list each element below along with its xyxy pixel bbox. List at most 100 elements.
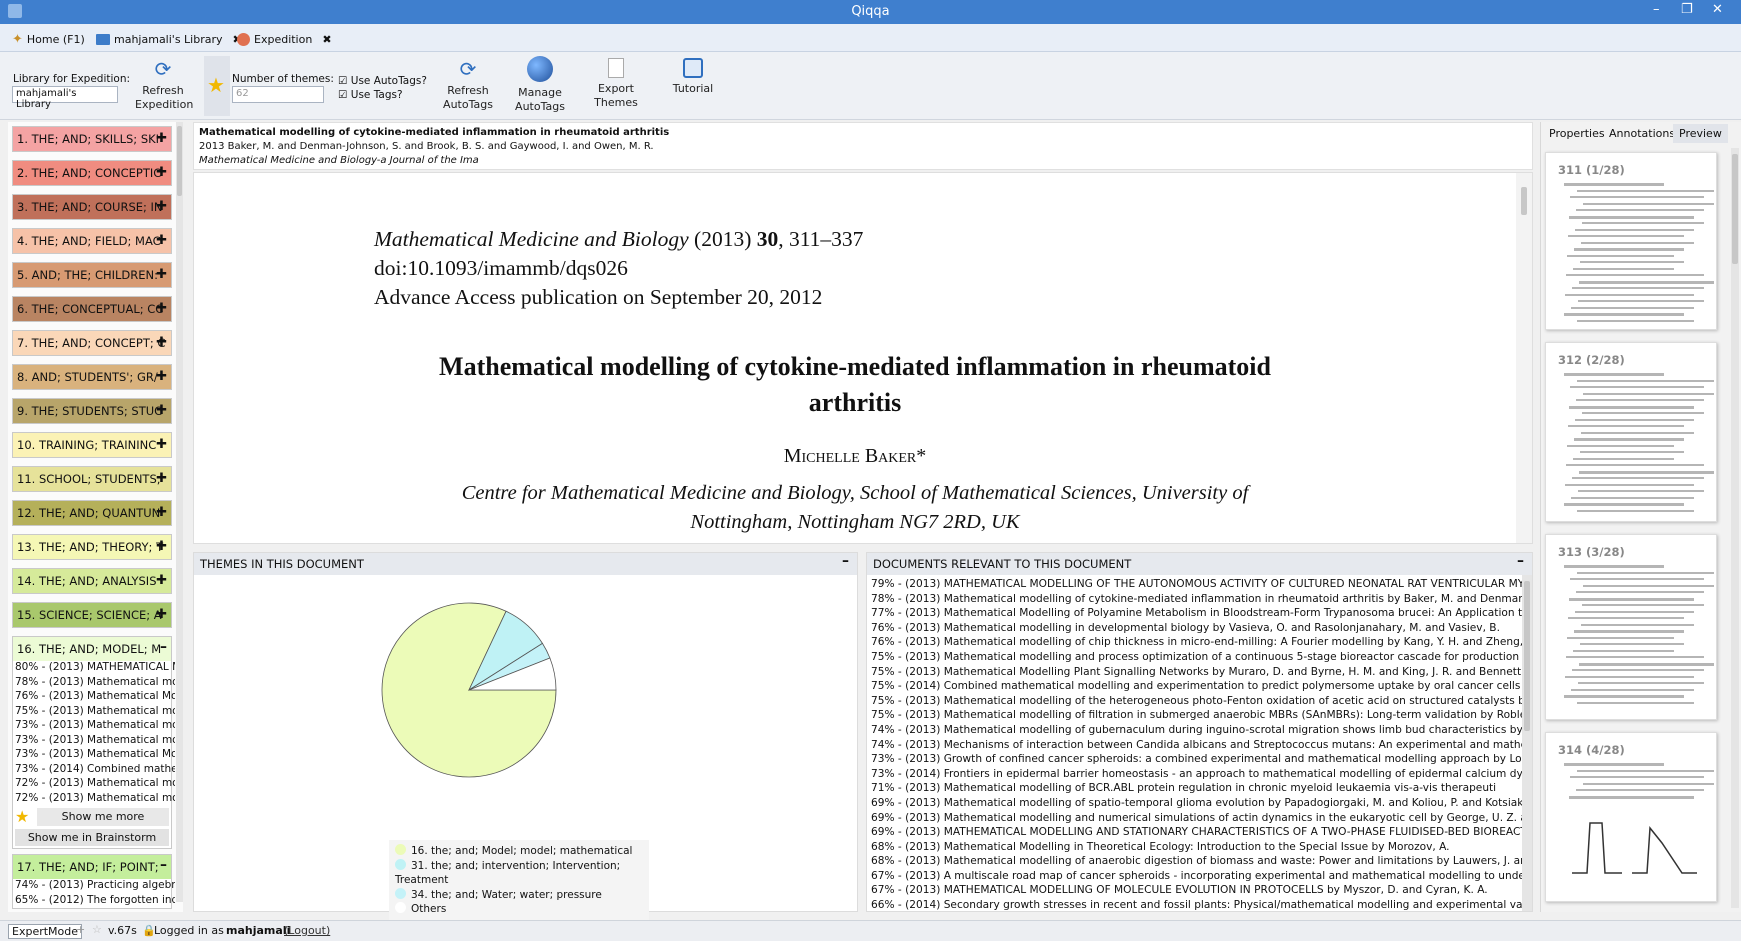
documents-scrollbar[interactable] — [1522, 575, 1532, 911]
document-list-item[interactable]: 74% - (2013) Mechanisms of interaction b… — [871, 739, 1528, 754]
tab-expedition[interactable]: Expedition ✖ — [237, 29, 332, 49]
use-autotags-checkbox[interactable]: ☑ Use AutoTags? — [338, 74, 427, 88]
theme-doc-item[interactable]: 73% - (2013) Mathematical mode — [15, 734, 175, 749]
expand-icon[interactable]: ✚ — [156, 403, 167, 418]
document-list-item[interactable]: 75% - (2013) Mathematical modelling and … — [871, 651, 1528, 666]
theme-doc-item[interactable]: 65% - (2012) The forgotten indivi — [15, 894, 175, 909]
expand-icon[interactable]: ✚ — [156, 437, 167, 452]
show-more-button[interactable]: Show me more — [37, 808, 169, 826]
document-list-item[interactable]: 76% - (2013) Mathematical modelling in d… — [871, 622, 1528, 637]
theme-item-expanded[interactable]: 17. THE; AND; IF; POINT; – 74% - (2013) Pr… — [12, 854, 175, 909]
theme-doc-item[interactable]: 80% - (2013) MATHEMATICAL M — [15, 661, 175, 676]
add-icon[interactable]: + — [76, 923, 85, 936]
theme-item[interactable]: 4. THE; AND; FIELD; MAC ✚ — [12, 228, 172, 254]
document-list-item[interactable]: 67% - (2013) MATHEMATICAL MODELLING OF M… — [871, 884, 1528, 899]
expand-icon[interactable]: ✚ — [156, 199, 167, 214]
document-list-item[interactable]: 74% - (2013) Mathematical modelling of g… — [871, 724, 1528, 739]
page-thumbnail[interactable]: 314 (4/28) — [1545, 732, 1717, 902]
theme-item[interactable]: 9. THE; STUDENTS; STUC ✚ — [12, 398, 172, 424]
expand-icon[interactable]: ✚ — [156, 505, 167, 520]
theme-item[interactable]: 7. THE; AND; CONCEPT; C ✚ — [12, 330, 172, 356]
export-themes-button[interactable]: Export Themes — [588, 58, 644, 110]
theme-doc-item[interactable]: 72% - (2013) Mathematical mode — [15, 792, 175, 807]
theme-doc-item[interactable]: 74% - (2013) Practicing algebra ir — [15, 879, 175, 894]
page-thumbnail[interactable]: 312 (2/28) — [1545, 342, 1717, 522]
refresh-autotags-button[interactable]: ⟳ Refresh AutoTags — [440, 58, 496, 112]
expand-icon[interactable]: ✚ — [156, 335, 167, 350]
theme-item[interactable]: 8. AND; STUDENTS'; GR/✚ — [12, 364, 172, 390]
theme-item[interactable]: 10. TRAINING; TRAININC ✚ — [12, 432, 172, 458]
theme-doc-item[interactable]: 72% - (2013) Mathematical mode — [15, 777, 175, 792]
document-list-item[interactable]: 75% - (2013) Mathematical modelling of f… — [871, 709, 1528, 724]
tab-home[interactable]: ✦ Home (F1) — [12, 29, 85, 49]
theme-doc-item[interactable]: 73% - (2014) Combined mathem — [15, 763, 175, 778]
minimize-button[interactable]: – — [1653, 2, 1660, 17]
expand-icon[interactable]: ✚ — [156, 539, 167, 554]
collapse-button[interactable]: – — [842, 553, 849, 569]
theme-doc-item[interactable]: 76% - (2013) Mathematical Mode — [15, 690, 175, 705]
close-tab-icon[interactable]: ✖ — [322, 33, 331, 46]
document-list-item[interactable]: 76% - (2013) Mathematical modelling of c… — [871, 636, 1528, 651]
tab-properties[interactable]: Properties — [1543, 124, 1611, 143]
document-list-item[interactable]: 75% - (2013) Mathematical modelling of t… — [871, 695, 1528, 710]
tutorial-button[interactable]: Tutorial — [668, 58, 718, 96]
expert-mode-toggle[interactable]: ExpertMode — [8, 924, 83, 939]
pdf-scrollbar[interactable] — [1516, 173, 1532, 543]
expand-icon[interactable]: ✚ — [156, 301, 167, 316]
expand-icon[interactable]: ✚ — [156, 369, 167, 384]
theme-item[interactable]: 14. THE; AND; ANALYSIS ✚ — [12, 568, 172, 594]
expand-icon[interactable]: ✚ — [156, 607, 167, 622]
expand-icon[interactable]: ✚ — [156, 267, 167, 282]
pdf-viewer[interactable]: Mathematical Medicine and Biology (2013)… — [193, 172, 1533, 544]
tab-library[interactable]: mahjamali's Library ✖ — [96, 29, 242, 49]
document-list-item[interactable]: 71% - (2013) Mathematical modelling of B… — [871, 782, 1528, 797]
document-list-item[interactable]: 78% - (2013) Mathematical modelling of c… — [871, 593, 1528, 608]
document-list-item[interactable]: 67% - (2013) A multiscale road map of ca… — [871, 870, 1528, 885]
theme-doc-item[interactable]: 75% - (2013) Mathematical mode — [15, 705, 175, 720]
expand-icon[interactable]: ✚ — [156, 471, 167, 486]
maximize-button[interactable]: ❐ — [1681, 2, 1693, 17]
document-list-item[interactable]: 66% - (2014) Secondary growth stresses i… — [871, 899, 1528, 911]
use-tags-checkbox[interactable]: ☑ Use Tags? — [338, 88, 427, 102]
theme-item[interactable]: 12. THE; AND; QUANTUN ✚ — [12, 500, 172, 526]
theme-item[interactable]: 11. SCHOOL; STUDENTS; ✚ — [12, 466, 172, 492]
expand-icon[interactable]: ✚ — [156, 131, 167, 146]
collapse-icon[interactable]: – — [160, 639, 167, 655]
document-list-item[interactable]: 69% - (2013) Mathematical modelling and … — [871, 812, 1528, 827]
themes-scrollbar[interactable] — [176, 122, 183, 902]
document-list-item[interactable]: 69% - (2013) MATHEMATICAL MODELLING AND … — [871, 826, 1528, 841]
document-list-item[interactable]: 77% - (2013) Mathematical Modelling of P… — [871, 607, 1528, 622]
page-thumbnail[interactable]: 311 (1/28) — [1545, 152, 1717, 330]
document-list-item[interactable]: 68% - (2013) Mathematical Modelling in T… — [871, 841, 1528, 856]
refresh-expedition-button[interactable]: ⟳ Refresh Expedition — [135, 58, 193, 112]
logout-link[interactable]: (Logout) — [284, 924, 330, 937]
theme-item[interactable]: 6. THE; CONCEPTUAL; CC ✚ — [12, 296, 172, 322]
theme-item[interactable]: 1. THE; AND; SKILLS; SKI ✚ — [12, 126, 172, 152]
theme-item[interactable]: 3. THE; AND; COURSE; IN ✚ — [12, 194, 172, 220]
document-list-item[interactable]: 69% - (2013) Mathematical modelling of s… — [871, 797, 1528, 812]
close-window-button[interactable]: ✕ — [1712, 2, 1723, 17]
library-select[interactable]: mahjamali's Library — [12, 86, 118, 110]
document-list-item[interactable]: 75% - (2013) Mathematical Modelling Plan… — [871, 666, 1528, 681]
expand-icon[interactable]: ✚ — [156, 573, 167, 588]
page-thumbnail[interactable]: 313 (3/28) — [1545, 534, 1717, 720]
number-of-themes-input[interactable]: 62 — [232, 86, 324, 103]
theme-item-expanded[interactable]: 16. THE; AND; MODEL; M – 80% - (2013) MATH… — [12, 636, 175, 849]
preview-scrollbar[interactable] — [1731, 148, 1739, 908]
document-list-item[interactable]: 73% - (2014) Frontiers in epidermal barr… — [871, 768, 1528, 783]
theme-doc-item[interactable]: 73% - (2013) Mathematical mode — [15, 719, 175, 734]
document-list-item[interactable]: 75% - (2014) Combined mathematical model… — [871, 680, 1528, 695]
tab-annotations[interactable]: Annotations — [1603, 124, 1681, 143]
document-list-item[interactable]: 79% - (2013) MATHEMATICAL MODELLING OF T… — [871, 578, 1528, 593]
theme-item[interactable]: 13. THE; AND; THEORY; T ✚ — [12, 534, 172, 560]
theme-doc-item[interactable]: 78% - (2013) Mathematical mode — [15, 676, 175, 691]
theme-doc-item[interactable]: 73% - (2013) Mathematical Mode — [15, 748, 175, 763]
document-list-item[interactable]: 73% - (2013) Growth of confined cancer s… — [871, 753, 1528, 768]
manage-autotags-button[interactable]: Manage AutoTags — [510, 56, 570, 114]
star-icon[interactable]: ☆ — [92, 923, 102, 936]
expand-icon[interactable]: ✚ — [156, 233, 167, 248]
theme-item[interactable]: 5. AND; THE; CHILDREN: ✚ — [12, 262, 172, 288]
theme-item[interactable]: 15. SCIENCE; SCIENCE; A ✚ — [12, 602, 172, 628]
collapse-button[interactable]: – — [1517, 553, 1524, 569]
collapse-icon[interactable]: – — [160, 857, 167, 873]
